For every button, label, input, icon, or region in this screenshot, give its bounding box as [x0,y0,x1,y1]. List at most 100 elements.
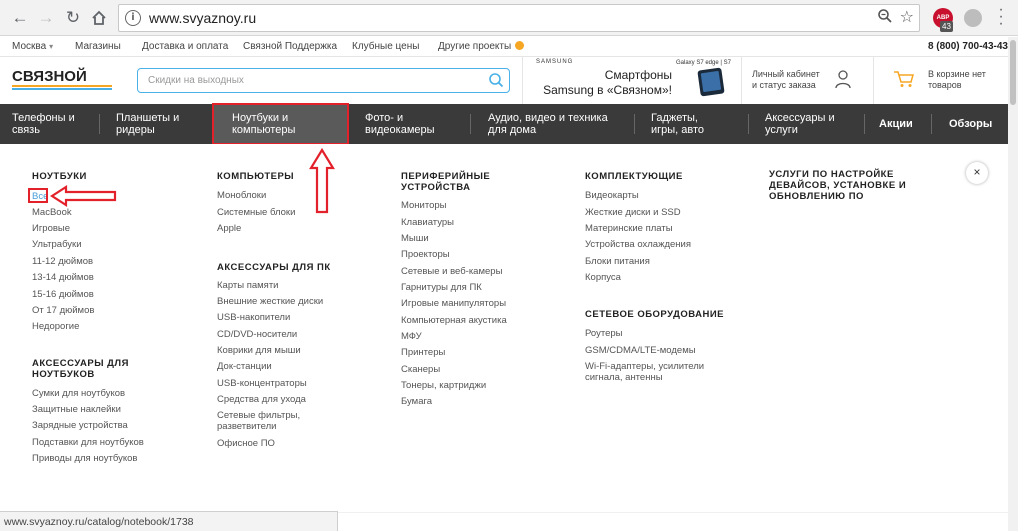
menu-link[interactable]: Мониторы [401,200,447,211]
menu-link[interactable]: Wi-Fi-адаптеры, усилители [585,361,704,372]
site-logo[interactable]: СВЯЗНОЙ [12,68,112,90]
cart-status[interactable]: В корзине нет товаров [928,69,998,91]
menu-link[interactable]: Проекторы [401,249,450,260]
menu-link[interactable]: Офисное ПО [217,438,275,449]
category-phones[interactable]: Телефоны и связь [12,104,75,144]
home-icon[interactable] [89,8,109,28]
menu-link[interactable]: Моноблоки [217,190,266,201]
section-title-computers[interactable]: КОМПЬЮТЕРЫ [217,171,294,182]
user-icon[interactable] [834,69,852,89]
menu-link[interactable]: Тонеры, картриджи [401,380,486,391]
menu-link[interactable]: Ультрабуки [32,239,82,250]
category-photo[interactable]: Фото- и видеокамеры [365,104,435,144]
search-icon[interactable] [488,72,504,88]
menu-link[interactable]: Блоки питания [585,256,650,267]
menu-link[interactable]: Сетевые и веб-камеры [401,266,502,277]
menu-link[interactable]: Принтеры [401,347,445,358]
reload-icon[interactable]: ↻ [63,8,83,28]
category-reviews[interactable]: Обзоры [949,104,992,144]
menu-link[interactable]: USB-концентраторы [217,378,307,389]
topbar-link-stores[interactable]: Магазины [75,41,121,52]
menu-link[interactable]: Зарядные устройства [32,420,128,431]
menu-link[interactable]: Бумага [401,396,432,407]
section-title-notebooks[interactable]: НОУТБУКИ [32,171,87,182]
menu-link[interactable]: GSM/CDMA/LTE-модемы [585,345,696,356]
address-url[interactable]: www.svyaznoy.ru [149,10,256,26]
bookmark-star-icon[interactable]: ☆ [900,7,914,27]
menu-link[interactable]: Материнские платы [585,223,673,234]
section-title-peripherals[interactable]: УСТРОЙСТВА [401,182,470,193]
close-menu-icon[interactable]: × [966,162,988,184]
menu-link[interactable]: Сканеры [401,364,440,375]
section-title-components[interactable]: КОМПЛЕКТУЮЩИЕ [585,171,683,182]
menu-link[interactable]: USB-накопители [217,312,290,323]
menu-link[interactable]: Компьютерная акустика [401,315,507,326]
menu-link[interactable]: Роутеры [585,328,623,339]
menu-link[interactable]: разветвители [217,421,277,432]
menu-link[interactable]: МФУ [401,331,422,342]
topbar-link-other-projects[interactable]: Другие проекты [438,41,525,52]
menu-link[interactable]: CD/DVD-носители [217,329,297,340]
menu-link[interactable]: Приводы для ноутбуков [32,453,137,464]
category-gadgets[interactable]: Гаджеты, игры, авто [651,104,704,144]
category-audio-video[interactable]: Аудио, видео и техника для дома [488,104,608,144]
forward-icon[interactable]: → [36,8,56,28]
menu-link[interactable]: 15-16 дюймов [32,289,94,300]
menu-link[interactable]: Игровые [32,223,70,234]
menu-link[interactable]: Сетевые фильтры, [217,410,300,421]
account-line1: Личный кабинет [752,69,820,79]
page-scrollbar[interactable] [1008,37,1018,531]
promo-banner[interactable]: SAMSUNG Galaxy S7 edge | S7 Смартфоны Sa… [530,59,734,103]
divider [522,57,523,104]
account-link[interactable]: Личный кабинет и статус заказа [752,69,820,91]
menu-link[interactable]: Коврики для мыши [217,345,301,356]
section-title-peripherals[interactable]: ПЕРИФЕРИЙНЫЕ [401,171,490,182]
category-promotions[interactable]: Акции [879,104,913,144]
extension-icon[interactable] [964,9,982,27]
menu-link[interactable]: Жесткие диски и SSD [585,207,681,218]
city-selector[interactable]: Москва ▾ [12,41,53,52]
menu-link[interactable]: 13-14 дюймов [32,272,94,283]
section-title-notebook-accessories[interactable]: НОУТБУКОВ [32,369,95,380]
site-info-icon[interactable]: i [125,10,141,26]
menu-link[interactable]: Док-станции [217,361,272,372]
menu-link[interactable]: Средства для ухода [217,394,306,405]
menu-link[interactable]: Apple [217,223,241,234]
topbar-link-delivery[interactable]: Доставка и оплата [142,41,228,52]
menu-link[interactable]: Недорогие [32,321,79,332]
section-title-services[interactable]: УСЛУГИ ПО НАСТРОЙКЕ [769,169,894,180]
scrollbar-thumb[interactable] [1010,40,1016,105]
menu-link[interactable]: Клавиатуры [401,217,454,228]
menu-link[interactable]: Видеокарты [585,190,639,201]
zoom-icon[interactable] [877,8,893,28]
section-title-services[interactable]: ДЕВАЙСОВ, УСТАНОВКЕ И [769,180,906,191]
address-bar[interactable]: i www.svyaznoy.ru ☆ [118,4,920,32]
menu-link[interactable]: Мыши [401,233,429,244]
topbar-link-club-prices[interactable]: Клубные цены [352,41,419,52]
section-title-pc-accessories[interactable]: АКСЕССУАРЫ ДЛЯ ПК [217,262,331,273]
category-tablets[interactable]: Планшеты и ридеры [116,104,179,144]
browser-menu-icon[interactable]: · · · [995,2,1007,32]
search-input[interactable]: Скидки на выходных [137,68,510,93]
menu-link[interactable]: Гарнитуры для ПК [401,282,482,293]
menu-link[interactable]: 11-12 дюймов [32,256,93,267]
section-title-notebook-accessories[interactable]: АКСЕССУАРЫ ДЛЯ [32,358,129,369]
menu-link[interactable]: Подставки для ноутбуков [32,437,144,448]
menu-link[interactable]: Игровые манипуляторы [401,298,506,309]
category-accessories[interactable]: Аксессуары и услуги [765,104,835,144]
menu-link[interactable]: Устройства охлаждения [585,239,691,250]
menu-link[interactable]: Системные блоки [217,207,295,218]
menu-link[interactable]: MacBook [32,207,72,218]
menu-link[interactable]: Внешние жесткие диски [217,296,323,307]
section-title-services[interactable]: ОБНОВЛЕНИЮ ПО [769,191,864,202]
back-icon[interactable]: ← [10,8,30,28]
menu-link[interactable]: Сумки для ноутбуков [32,388,125,399]
topbar-link-support[interactable]: Связной Поддержка [243,41,337,52]
menu-link[interactable]: Защитные наклейки [32,404,121,415]
menu-link[interactable]: Карты памяти [217,280,278,291]
menu-link[interactable]: Корпуса [585,272,621,283]
menu-link[interactable]: От 17 дюймов [32,305,94,316]
section-title-network[interactable]: СЕТЕВОЕ ОБОРУДОВАНИЕ [585,309,724,320]
cart-icon[interactable] [893,70,915,88]
menu-link[interactable]: сигнала, антенны [585,372,663,383]
